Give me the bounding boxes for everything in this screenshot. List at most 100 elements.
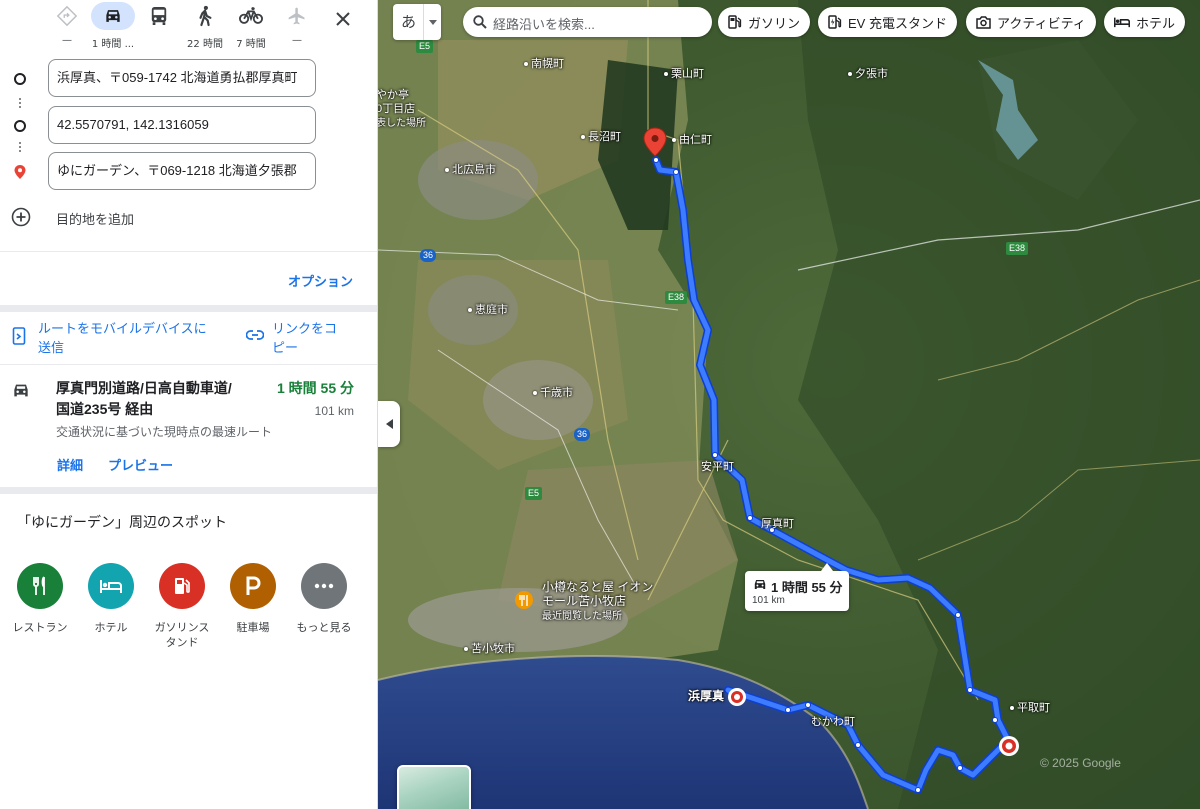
copy-link-label: リンクをコ: [272, 321, 338, 336]
poi-title: モール苫小牧店: [542, 594, 627, 608]
link-icon: [246, 330, 264, 340]
close-directions-button[interactable]: [328, 4, 358, 34]
mode-bike-label: 7 時間: [236, 39, 266, 50]
chip-activities[interactable]: アクティビティ: [966, 7, 1096, 37]
nearby-parking-label: 駐車場: [236, 622, 270, 634]
map-canvas[interactable]: 南幌町 栗山町 夕張市 由仁町 長沼町 北広島市 恵庭市 千歳市 安平町 厚真町…: [378, 0, 1200, 809]
walk-icon: [183, 2, 227, 30]
place-label[interactable]: 千歳市: [533, 387, 573, 400]
nearby-restaurant-button[interactable]: レストラン: [7, 563, 73, 636]
place-label[interactable]: 平取町: [1010, 702, 1050, 715]
origin-circle-icon: [14, 73, 26, 85]
copy-link-label: ピー: [272, 340, 299, 355]
route-details-link[interactable]: 詳細: [57, 455, 83, 474]
chip-hotels-label: ホテル: [1136, 15, 1176, 31]
nearby-hotel-button[interactable]: ホテル: [78, 563, 144, 636]
poi-label[interactable]: やか亭 0丁目店 表した場所: [378, 88, 426, 131]
route-distance: 101 km: [314, 404, 354, 418]
poi-title: 小樽なると屋 イオン: [542, 580, 654, 594]
search-placeholder: 経路沿いを検索...: [493, 17, 595, 32]
highway-shield: E38: [665, 291, 688, 304]
place-label-highlight[interactable]: 浜厚真: [688, 690, 724, 703]
destination-input[interactable]: ゆにガーデン、〒069-1218 北海道夕張郡: [48, 152, 316, 190]
bubble-distance: 101 km: [752, 595, 785, 606]
stop-marker-icon[interactable]: [999, 736, 1019, 756]
origin-marker-icon[interactable]: [728, 688, 746, 706]
place-label[interactable]: 恵庭市: [468, 304, 508, 317]
chip-ev-charging[interactable]: EV 充電スタンド: [818, 7, 957, 37]
chip-hotels[interactable]: ホテル: [1104, 7, 1186, 37]
options-link[interactable]: オプション: [288, 271, 353, 290]
mode-flight[interactable]: —: [273, 2, 321, 50]
send-to-mobile-label: ルートをモバイルデバイスに: [38, 321, 207, 336]
add-destination-button[interactable]: 目的地を追加: [0, 203, 377, 231]
send-to-mobile-link[interactable]: ルートをモバイルデバイスに 送信: [12, 318, 237, 358]
place-label[interactable]: むかわ町: [811, 716, 855, 729]
place-label[interactable]: 栗山町: [664, 68, 704, 81]
mode-bike[interactable]: 7 時間: [227, 2, 275, 50]
place-label[interactable]: 南幌町: [524, 58, 564, 71]
diamond-route-icon: [45, 2, 89, 30]
route-preview-link[interactable]: プレビュー: [108, 455, 173, 474]
more-horizontal-icon: [301, 563, 347, 609]
chevron-down-icon[interactable]: [423, 4, 441, 40]
restaurant-poi-icon[interactable]: [515, 591, 533, 609]
poi-label[interactable]: 小樽なると屋 イオン モール苫小牧店 最近閲覧した場所: [542, 580, 653, 624]
divider: [0, 364, 377, 365]
nearby-more-button[interactable]: もっと見る: [291, 563, 357, 636]
nearby-gas-station-button[interactable]: ガソリンス タンド: [149, 563, 215, 651]
highway-shield: E5: [416, 40, 434, 53]
car-icon: [91, 2, 135, 30]
nearby-parking-button[interactable]: 駐車場: [220, 563, 286, 636]
poi-subtitle: 最近閲覧した場所: [542, 611, 622, 622]
copy-link-button[interactable]: リンクをコ ピー: [246, 318, 366, 358]
restaurant-icon: [17, 563, 63, 609]
car-icon: [14, 384, 28, 397]
route-traffic-note: 交通状況に基づいた現時点の最速ルート: [56, 425, 273, 439]
hotel-icon: [1114, 17, 1130, 28]
waypoint-destination-row: ゆにガーデン、〒069-1218 北海道夕張郡: [0, 152, 377, 192]
stop-input[interactable]: 42.5570791, 142.1316059: [48, 106, 316, 144]
car-icon: [754, 579, 766, 590]
collapse-panel-button[interactable]: [378, 401, 400, 447]
place-label[interactable]: 厚真町: [761, 518, 794, 531]
chip-ev-label: EV 充電スタンド: [848, 15, 947, 31]
airplane-icon: [275, 2, 319, 30]
search-along-route-input[interactable]: 経路沿いを検索...: [463, 7, 712, 37]
mode-drive[interactable]: 1 時間 ...: [89, 2, 137, 50]
input-language-button[interactable]: あ: [393, 4, 441, 40]
mode-flight-label: —: [292, 35, 302, 46]
poi-title: やか亭: [378, 89, 409, 101]
mode-best[interactable]: —: [43, 2, 91, 50]
national-road-shield: 36: [574, 428, 591, 441]
mode-walk[interactable]: 22 時間: [181, 2, 229, 50]
route-info-bubble[interactable]: 1 時間 55 分 101 km: [745, 563, 849, 611]
place-label[interactable]: 由仁町: [672, 134, 712, 147]
route-option-card[interactable]: 厚真門別道路/日高自動車道/国道235号 経由 1 時間 55 分 101 km…: [0, 372, 377, 482]
hotel-icon: [88, 563, 134, 609]
place-label[interactable]: 苫小牧市: [464, 643, 515, 656]
place-label[interactable]: 夕張市: [848, 68, 888, 81]
route-via-text: 厚真門別道路/日高自動車道/: [56, 380, 232, 396]
bubble-tail: [821, 563, 833, 571]
travel-mode-bar: — 1 時間 ... 22 時間 7 時間 —: [0, 0, 377, 52]
place-label[interactable]: 北広島市: [445, 164, 496, 177]
poi-subtitle: 表した場所: [378, 118, 426, 129]
chip-gas[interactable]: ガソリン: [718, 7, 811, 37]
nearby-spots-title: 「ゆにガーデン」周辺のスポット: [17, 514, 227, 530]
place-label[interactable]: 長沼町: [581, 131, 621, 144]
map-layers-toggle[interactable]: [397, 765, 471, 809]
mode-drive-label: 1 時間 ...: [91, 39, 135, 50]
nearby-restaurant-label: レストラン: [12, 622, 68, 634]
route-duration: 1 時間 55 分: [276, 380, 354, 396]
mode-transit[interactable]: [135, 2, 183, 50]
nearby-gas-station-label: ガソリンス: [154, 622, 210, 634]
mode-best-label: —: [62, 35, 72, 46]
national-road-shield: 36: [420, 249, 437, 262]
divider: [0, 305, 377, 312]
chip-activities-label: アクティビティ: [997, 15, 1086, 31]
origin-input[interactable]: 浜厚真、〒059-1742 北海道勇払郡厚真町: [48, 59, 316, 97]
stop-circle-icon: [14, 120, 26, 132]
place-label[interactable]: 安平町: [701, 461, 734, 474]
parking-icon: [230, 563, 276, 609]
